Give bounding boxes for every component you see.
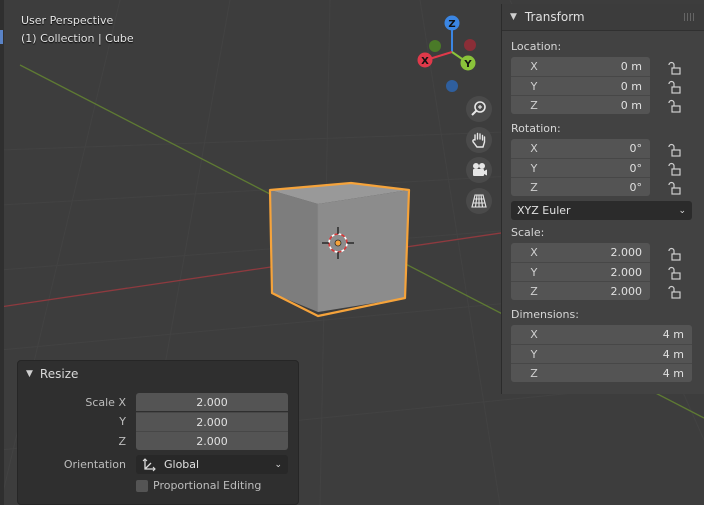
axis-y-label: Y <box>530 79 538 93</box>
chevron-down-icon: ⌄ <box>274 459 282 470</box>
axis-x-label: X <box>530 142 538 155</box>
collection-label: (1) Collection | Cube <box>21 32 134 45</box>
lock-icon[interactable] <box>668 99 682 113</box>
rotation-mode-value: XYZ Euler <box>517 204 571 217</box>
rotation-x-field[interactable]: X 0° <box>511 139 650 158</box>
scale-z-label: Z <box>118 435 126 448</box>
perspective-toggle-button[interactable] <box>466 188 492 214</box>
lock-icon[interactable] <box>668 181 682 195</box>
resize-panel-title: Resize <box>39 367 79 381</box>
chevron-down-icon: ⌄ <box>678 205 686 216</box>
dimensions-z-value: 4 m <box>662 366 684 380</box>
camera-view-button[interactable] <box>466 157 492 183</box>
cube-object <box>268 181 411 318</box>
dimensions-x-value: 4 m <box>662 328 684 341</box>
axis-x-label: X <box>530 60 538 73</box>
lock-icon[interactable] <box>668 247 682 261</box>
scale-z-value: 2.000 <box>610 284 643 298</box>
axis-y-label: Y <box>530 161 538 175</box>
collapse-triangle-icon: ▼ <box>510 12 517 22</box>
scale-y-label: Y <box>119 415 126 428</box>
orientation-label: Orientation <box>63 458 126 471</box>
scale-y-field[interactable]: Y 2.000 <box>511 262 650 281</box>
axis-y-label: Y <box>530 265 538 279</box>
dimensions-y-field[interactable]: Y 4 m <box>511 344 692 363</box>
axis-z-label: Z <box>530 98 538 112</box>
svg-text:X: X <box>421 56 429 67</box>
rotation-z-value: 0° <box>629 180 643 194</box>
scale-y-value: 2.000 <box>610 265 643 279</box>
lock-icon[interactable] <box>668 80 682 94</box>
rotation-mode-select[interactable]: XYZ Euler ⌄ <box>511 201 692 220</box>
dimensions-z-field[interactable]: Z 4 m <box>511 363 692 382</box>
axis-z-label: Z <box>530 180 538 194</box>
lock-icon[interactable] <box>668 143 682 157</box>
axis-y-label: Y <box>530 347 538 361</box>
proportional-editing-label[interactable]: Proportional Editing <box>153 479 261 492</box>
orientation-value: Global <box>164 458 200 471</box>
pan-button[interactable] <box>466 127 492 153</box>
scale-z-field[interactable]: Z 2.000 <box>511 281 650 300</box>
dimensions-y-value: 4 m <box>662 347 684 361</box>
transform-panel-title: Transform <box>524 10 585 24</box>
lock-icon[interactable] <box>668 162 682 176</box>
zoom-icon <box>471 101 486 116</box>
view-mode-label: User Perspective <box>21 14 114 27</box>
dimensions-x-field[interactable]: X 4 m <box>511 325 692 344</box>
dimensions-label: Dimensions: <box>511 308 579 321</box>
scale-label: Scale: <box>511 226 545 239</box>
resize-operator-panel: ▼ Resize Scale X 2.000 Y 2.000 Z 2.000 O… <box>17 360 299 505</box>
orientation-global-icon <box>142 457 156 471</box>
axis-z-label: Z <box>530 366 538 380</box>
rotation-y-field[interactable]: Y 0° <box>511 158 650 177</box>
lock-icon[interactable] <box>668 285 682 299</box>
location-label: Location: <box>511 40 562 53</box>
axis-x-label: X <box>530 246 538 259</box>
location-y-field[interactable]: Y 0 m <box>511 76 650 95</box>
location-x-value: 0 m <box>620 60 642 73</box>
location-y-value: 0 m <box>620 79 642 93</box>
resize-scale-y-field[interactable]: 2.000 <box>136 412 288 431</box>
scale-x-field[interactable]: X 2.000 <box>511 243 650 262</box>
hand-icon <box>472 132 486 148</box>
collapse-triangle-icon: ▼ <box>26 369 33 379</box>
transform-panel: ▼ Transform Location: X 0 m Y 0 m Z 0 m Rot… <box>502 4 704 394</box>
axis-x-label: X <box>530 328 538 341</box>
lock-icon[interactable] <box>668 61 682 75</box>
toolbar-edge[interactable] <box>0 0 4 505</box>
svg-text:Y: Y <box>463 59 472 70</box>
location-z-value: 0 m <box>620 98 642 112</box>
proportional-editing-checkbox[interactable] <box>136 480 148 492</box>
rotation-y-value: 0° <box>629 161 643 175</box>
zoom-button[interactable] <box>466 96 492 122</box>
resize-scale-x-field[interactable]: 2.000 <box>136 393 288 411</box>
scale-x-value: 2.000 <box>610 246 643 259</box>
lock-icon[interactable] <box>668 266 682 280</box>
rotation-z-field[interactable]: Z 0° <box>511 177 650 196</box>
toolbar-edge-indicator <box>0 30 3 44</box>
drag-grip-icon[interactable] <box>684 13 696 21</box>
location-z-field[interactable]: Z 0 m <box>511 95 650 114</box>
resize-panel-header[interactable]: ▼ Resize <box>26 367 78 381</box>
camera-icon <box>473 163 487 176</box>
transform-panel-header[interactable]: ▼ Transform <box>502 4 704 31</box>
axis-z-label: Z <box>530 284 538 298</box>
svg-text:Z: Z <box>448 19 455 30</box>
rotation-label: Rotation: <box>511 122 561 135</box>
location-x-field[interactable]: X 0 m <box>511 57 650 76</box>
scale-x-label: Scale X <box>85 396 126 409</box>
rotation-x-value: 0° <box>629 142 643 155</box>
orientation-select[interactable]: Global ⌄ <box>136 455 288 474</box>
grid-icon <box>471 194 487 208</box>
resize-scale-z-field[interactable]: 2.000 <box>136 431 288 450</box>
